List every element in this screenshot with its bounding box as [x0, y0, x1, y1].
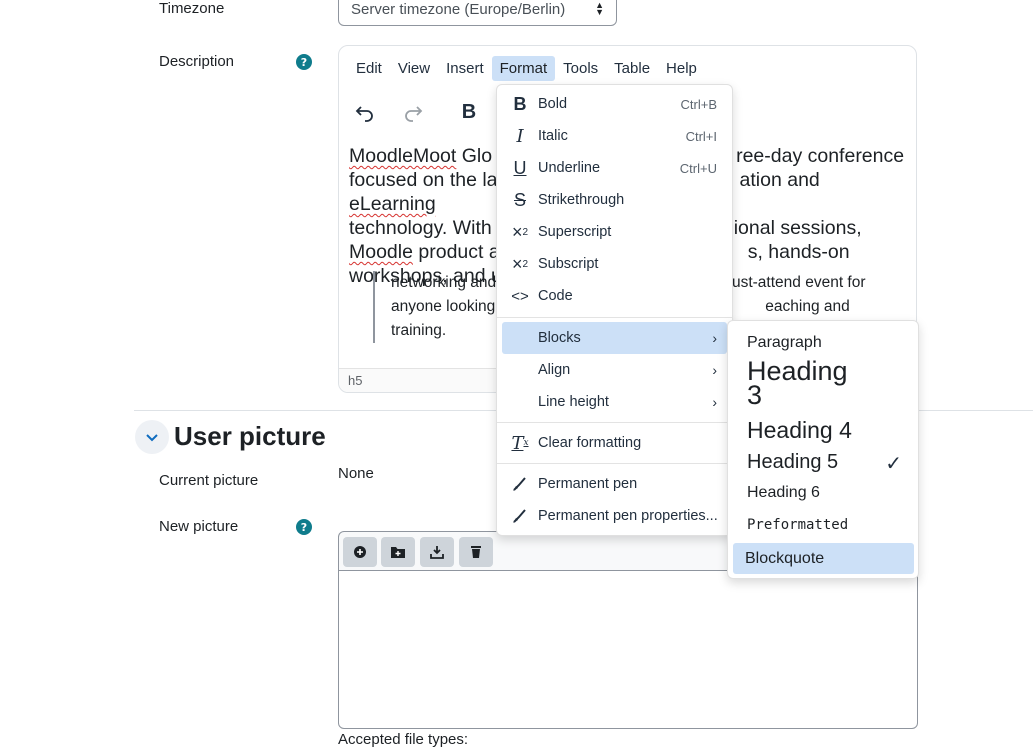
- menu-item-underline[interactable]: U Underline Ctrl+U: [502, 152, 727, 184]
- menu-item-strikethrough[interactable]: S Strikethrough: [502, 184, 727, 216]
- menu-item-italic[interactable]: I Italic Ctrl+I: [502, 120, 727, 152]
- download-icon[interactable]: [420, 537, 454, 567]
- menu-item-superscript[interactable]: × 2 Superscript: [502, 216, 727, 248]
- block-heading-4[interactable]: Heading 4: [733, 415, 914, 445]
- menu-format[interactable]: Format: [491, 56, 556, 81]
- add-file-icon[interactable]: [343, 537, 377, 567]
- delete-icon[interactable]: [459, 537, 493, 567]
- menu-item-code[interactable]: <> Code: [502, 280, 727, 312]
- menu-separator: [497, 317, 732, 318]
- menu-help[interactable]: Help: [658, 56, 705, 81]
- timezone-label: Timezone: [159, 0, 225, 17]
- subscript-icon: × 2: [511, 253, 529, 274]
- accepted-file-types-label: Accepted file types:: [338, 731, 469, 748]
- bold-toolbar-icon[interactable]: B: [455, 98, 483, 126]
- menu-edit[interactable]: Edit: [348, 56, 390, 81]
- create-folder-icon[interactable]: [381, 537, 415, 567]
- file-drop-area[interactable]: [338, 570, 918, 729]
- menu-item-align[interactable]: Align ›: [502, 354, 727, 386]
- chevron-right-icon: ›: [712, 362, 717, 378]
- section-title: User picture: [174, 421, 326, 451]
- chevron-right-icon: ›: [712, 330, 717, 346]
- menu-item-permanent-pen[interactable]: Permanent pen: [502, 468, 727, 500]
- menu-view[interactable]: View: [390, 56, 438, 81]
- block-preformatted[interactable]: Preformatted: [733, 511, 914, 539]
- strikethrough-icon: S: [513, 189, 526, 210]
- clear-formatting-icon: Tx: [511, 432, 529, 454]
- undo-icon[interactable]: [351, 98, 379, 126]
- current-picture-value: None: [338, 465, 374, 482]
- blocks-submenu: Paragraph Heading 3 Heading 4 Heading 5 …: [727, 320, 919, 579]
- editor-menubar: Edit View Insert Format Tools Table Help: [348, 56, 705, 81]
- redo-icon[interactable]: [399, 98, 427, 126]
- block-paragraph[interactable]: Paragraph: [733, 329, 914, 357]
- code-icon: <>: [511, 287, 529, 305]
- menu-separator: [497, 422, 732, 423]
- description-label: Description: [159, 53, 235, 70]
- block-blockquote[interactable]: Blockquote: [733, 543, 914, 574]
- superscript-icon: × 2: [511, 221, 529, 242]
- block-heading-6[interactable]: Heading 6: [733, 479, 914, 507]
- checkmark-icon: ✓: [885, 453, 902, 475]
- underline-icon: U: [513, 157, 527, 178]
- help-icon[interactable]: ?: [296, 519, 312, 535]
- timezone-select[interactable]: Server timezone (Europe/Berlin) ▲ ▼: [338, 0, 617, 26]
- format-menu: B Bold Ctrl+B I Italic Ctrl+I U Underlin…: [496, 84, 733, 536]
- current-picture-label: Current picture: [159, 472, 259, 489]
- italic-icon: I: [516, 125, 524, 147]
- pen-icon: [502, 507, 538, 525]
- editor-toolbar: B I: [351, 98, 517, 126]
- collapse-chevron-icon[interactable]: [135, 420, 169, 454]
- menu-item-bold[interactable]: B Bold Ctrl+B: [502, 88, 727, 120]
- menu-item-clear-formatting[interactable]: Tx Clear formatting: [502, 427, 727, 459]
- block-heading-3[interactable]: Heading 3: [733, 358, 853, 413]
- pen-icon: [502, 475, 538, 493]
- menu-item-blocks[interactable]: Blocks ›: [502, 322, 727, 354]
- menu-separator: [497, 463, 732, 464]
- timezone-value: Server timezone (Europe/Berlin): [351, 0, 566, 18]
- help-icon[interactable]: ?: [296, 54, 312, 70]
- menu-insert[interactable]: Insert: [438, 56, 492, 81]
- menu-table[interactable]: Table: [606, 56, 658, 81]
- menu-item-permanent-pen-properties[interactable]: Permanent pen properties...: [502, 500, 727, 532]
- chevron-right-icon: ›: [712, 394, 717, 410]
- menu-item-line-height[interactable]: Line height ›: [502, 386, 727, 418]
- menu-tools[interactable]: Tools: [555, 56, 606, 81]
- new-picture-label: New picture: [159, 518, 239, 535]
- select-arrows-icon: ▲ ▼: [595, 0, 604, 17]
- menu-item-subscript[interactable]: × 2 Subscript: [502, 248, 727, 280]
- bold-icon: B: [513, 93, 527, 114]
